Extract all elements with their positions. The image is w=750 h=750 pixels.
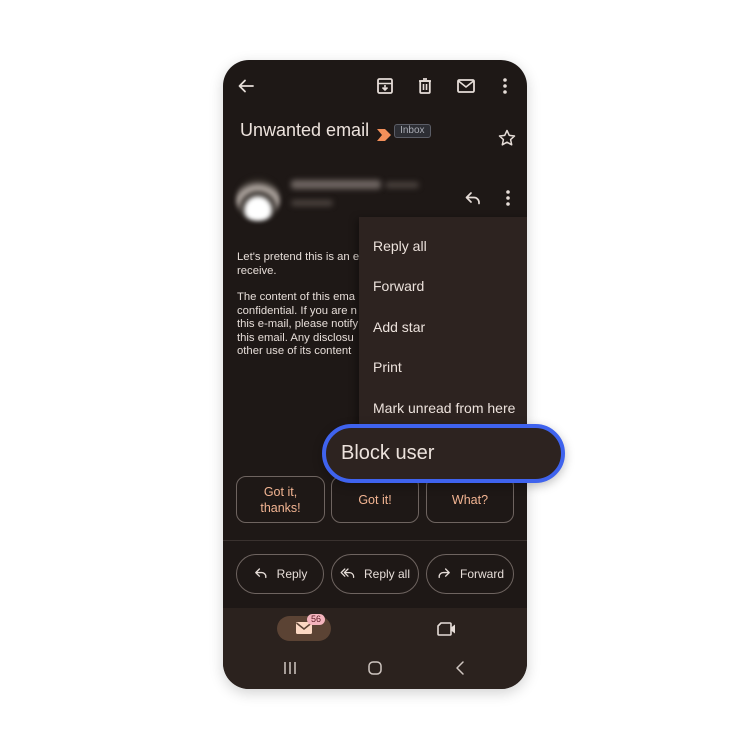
smart-reply-label: Got it, thanks! xyxy=(260,484,301,515)
smart-reply-button[interactable]: Got it, thanks! xyxy=(236,476,325,523)
phone-screen: Unwanted email Inbox Let's pretend this … xyxy=(223,60,527,689)
reply-all-button[interactable]: Reply all xyxy=(331,554,419,594)
smart-reply-button[interactable]: What? xyxy=(426,476,514,523)
reply-all-label: Reply all xyxy=(363,567,411,581)
unread-count-badge: 56 xyxy=(307,614,326,625)
email-subject-row: Unwanted email Inbox xyxy=(240,120,431,141)
menu-item-reply-all[interactable]: Reply all xyxy=(373,238,427,254)
more-vert-icon[interactable] xyxy=(498,188,518,208)
email-subject: Unwanted email xyxy=(240,120,370,140)
smart-reply-label: Got it! xyxy=(358,492,392,507)
sender-time-blurred xyxy=(385,182,419,188)
divider xyxy=(223,540,527,541)
sender-avatar[interactable] xyxy=(236,177,280,221)
smart-reply-label: What? xyxy=(451,492,489,507)
mail-icon[interactable] xyxy=(456,76,476,96)
menu-item-print[interactable]: Print xyxy=(373,359,402,375)
block-user-label: Block user xyxy=(341,442,435,464)
back-chevron-icon[interactable] xyxy=(452,660,468,676)
forward-button[interactable]: Forward xyxy=(426,554,514,594)
sender-name-blurred xyxy=(291,180,381,189)
reply-icon xyxy=(253,565,269,584)
smart-reply-button[interactable]: Got it! xyxy=(331,476,419,523)
bottom-navigation: 56 xyxy=(223,608,527,689)
forward-icon xyxy=(436,565,452,584)
star-outline-icon[interactable] xyxy=(497,128,517,148)
top-app-bar xyxy=(223,60,527,110)
menu-item-forward[interactable]: Forward xyxy=(373,278,424,294)
menu-item-mark-unread[interactable]: Mark unread from here xyxy=(373,400,515,416)
inbox-label[interactable]: Inbox xyxy=(394,123,431,138)
arrow-left-icon[interactable] xyxy=(236,76,256,96)
sender-recipient-blurred[interactable] xyxy=(291,200,333,206)
recents-icon[interactable] xyxy=(282,660,298,676)
reply-all-icon xyxy=(340,565,356,584)
reply-button[interactable]: Reply xyxy=(236,554,324,594)
forward-label: Forward xyxy=(459,567,504,581)
archive-icon[interactable] xyxy=(375,76,395,96)
video-camera-icon[interactable] xyxy=(437,620,457,638)
reply-icon[interactable] xyxy=(463,188,483,208)
trash-icon[interactable] xyxy=(415,76,435,96)
menu-item-add-star[interactable]: Add star xyxy=(373,319,425,335)
reply-label: Reply xyxy=(276,567,308,581)
important-marker-icon[interactable] xyxy=(377,125,392,141)
menu-item-block-user[interactable]: Block user xyxy=(322,424,565,483)
home-icon[interactable] xyxy=(367,660,383,676)
more-vert-icon[interactable] xyxy=(495,76,515,96)
